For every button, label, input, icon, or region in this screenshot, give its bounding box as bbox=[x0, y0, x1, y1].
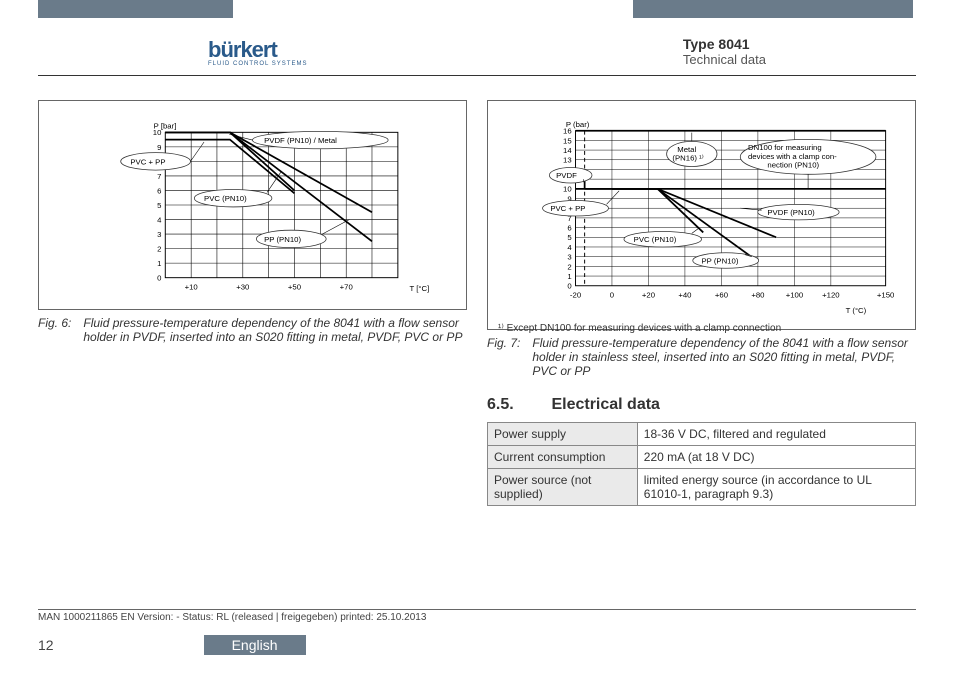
svg-text:0: 0 bbox=[157, 274, 161, 283]
svg-text:5: 5 bbox=[567, 233, 571, 242]
svg-text:Metal: Metal bbox=[677, 145, 696, 154]
svg-text:13: 13 bbox=[563, 156, 572, 165]
elec-val-0: 18-36 V DC, filtered and regulated bbox=[637, 423, 915, 446]
figure-6-caption: Fig. 6: Fluid pressure-temperature depen… bbox=[38, 316, 467, 344]
fig6-label: Fig. 6: bbox=[38, 316, 71, 344]
svg-text:14: 14 bbox=[563, 146, 572, 155]
svg-text:+100: +100 bbox=[786, 290, 803, 299]
svg-text:16: 16 bbox=[563, 127, 572, 136]
fig7-text: Fluid pressure-temperature dependency of… bbox=[532, 336, 916, 378]
svg-text:4: 4 bbox=[157, 215, 162, 224]
svg-text:+80: +80 bbox=[751, 290, 764, 299]
page-header: bürkert FLUID CONTROL SYSTEMS Type 8041 … bbox=[38, 36, 916, 76]
svg-text:+60: +60 bbox=[715, 290, 728, 299]
elec-key-1: Current consumption bbox=[488, 446, 638, 469]
svg-text:PVDF (PN10) / Metal: PVDF (PN10) / Metal bbox=[264, 136, 337, 145]
elec-val-1: 220 mA (at 18 V DC) bbox=[637, 446, 915, 469]
svg-text:6: 6 bbox=[157, 186, 161, 195]
svg-text:+50: +50 bbox=[288, 282, 301, 291]
svg-text:5: 5 bbox=[157, 201, 161, 210]
type-label: Type 8041 bbox=[683, 36, 766, 52]
svg-text:6: 6 bbox=[567, 224, 571, 233]
svg-text:(PN16) ¹⁾: (PN16) ¹⁾ bbox=[672, 154, 703, 163]
section-label: Technical data bbox=[683, 52, 766, 67]
svg-text:PVC (PN10): PVC (PN10) bbox=[204, 194, 247, 203]
svg-text:0: 0 bbox=[610, 290, 614, 299]
brand-logo: bürkert FLUID CONTROL SYSTEMS bbox=[208, 37, 307, 67]
svg-text:+70: +70 bbox=[340, 282, 353, 291]
table-row: Power source (not supplied) limited ener… bbox=[488, 469, 916, 506]
section-title: Electrical data bbox=[551, 396, 660, 413]
svg-text:PVC (PN10): PVC (PN10) bbox=[634, 235, 677, 244]
table-row: Current consumption 220 mA (at 18 V DC) bbox=[488, 446, 916, 469]
svg-text:1: 1 bbox=[567, 272, 571, 281]
svg-text:9: 9 bbox=[157, 143, 161, 152]
language-badge: English bbox=[204, 635, 306, 655]
svg-text:15: 15 bbox=[563, 136, 572, 145]
svg-text:+40: +40 bbox=[678, 290, 691, 299]
svg-text:PVDF: PVDF bbox=[556, 171, 577, 180]
doc-info: MAN 1000211865 EN Version: - Status: RL … bbox=[38, 612, 426, 623]
chart1-xlabel: T [°C] bbox=[409, 284, 429, 293]
table-row: Power supply 18-36 V DC, filtered and re… bbox=[488, 423, 916, 446]
svg-text:4: 4 bbox=[567, 243, 572, 252]
svg-text:devices with a clamp con-: devices with a clamp con- bbox=[748, 152, 837, 161]
logo-subtitle: FLUID CONTROL SYSTEMS bbox=[208, 61, 307, 67]
svg-text:3: 3 bbox=[157, 230, 161, 239]
chart2-xlabel: T (°C) bbox=[846, 306, 867, 315]
page-number: 12 bbox=[38, 637, 54, 653]
svg-text:nection (PN10): nection (PN10) bbox=[767, 161, 819, 170]
svg-text:2: 2 bbox=[567, 262, 571, 271]
svg-text:3: 3 bbox=[567, 253, 571, 262]
svg-text:DN100 for measuring: DN100 for measuring bbox=[748, 143, 822, 152]
fig7-footnote: ¹⁾ Except DN100 for measuring devices wi… bbox=[498, 323, 905, 334]
logo-text: bürkert bbox=[208, 37, 277, 63]
elec-key-0: Power supply bbox=[488, 423, 638, 446]
svg-text:-20: -20 bbox=[570, 290, 581, 299]
top-color-bars bbox=[0, 0, 954, 18]
svg-text:PP (PN10): PP (PN10) bbox=[264, 235, 301, 244]
fig7-label: Fig. 7: bbox=[487, 336, 520, 378]
svg-text:+20: +20 bbox=[642, 290, 655, 299]
svg-text:10: 10 bbox=[153, 128, 162, 137]
electrical-data-table: Power supply 18-36 V DC, filtered and re… bbox=[487, 422, 916, 506]
svg-text:+120: +120 bbox=[822, 290, 839, 299]
svg-text:PVC + PP: PVC + PP bbox=[130, 157, 165, 166]
svg-text:0: 0 bbox=[567, 282, 571, 291]
svg-text:PP (PN10): PP (PN10) bbox=[702, 256, 739, 265]
svg-text:+30: +30 bbox=[236, 282, 249, 291]
figure-6-chart: P [bar] T [°C] bbox=[38, 100, 467, 310]
elec-val-2: limited energy source (in accordance to … bbox=[637, 469, 915, 506]
section-number: 6.5. bbox=[487, 396, 547, 414]
section-heading: 6.5. Electrical data bbox=[487, 396, 916, 414]
svg-text:PVDF (PN10): PVDF (PN10) bbox=[767, 208, 815, 217]
svg-text:7: 7 bbox=[157, 172, 161, 181]
page-footer: 12 English bbox=[38, 635, 916, 655]
figure-7-caption: Fig. 7: Fluid pressure-temperature depen… bbox=[487, 336, 916, 378]
elec-key-2: Power source (not supplied) bbox=[488, 469, 638, 506]
figure-7-chart: P (bar) T (°C) bbox=[487, 100, 916, 330]
svg-text:+10: +10 bbox=[185, 282, 198, 291]
svg-text:2: 2 bbox=[157, 245, 161, 254]
svg-text:10: 10 bbox=[563, 185, 572, 194]
svg-text:1: 1 bbox=[157, 259, 161, 268]
fig6-text: Fluid pressure-temperature dependency of… bbox=[83, 316, 467, 344]
svg-text:+150: +150 bbox=[877, 290, 894, 299]
document-info-line: MAN 1000211865 EN Version: - Status: RL … bbox=[38, 609, 916, 623]
svg-text:PVC + PP: PVC + PP bbox=[550, 204, 585, 213]
